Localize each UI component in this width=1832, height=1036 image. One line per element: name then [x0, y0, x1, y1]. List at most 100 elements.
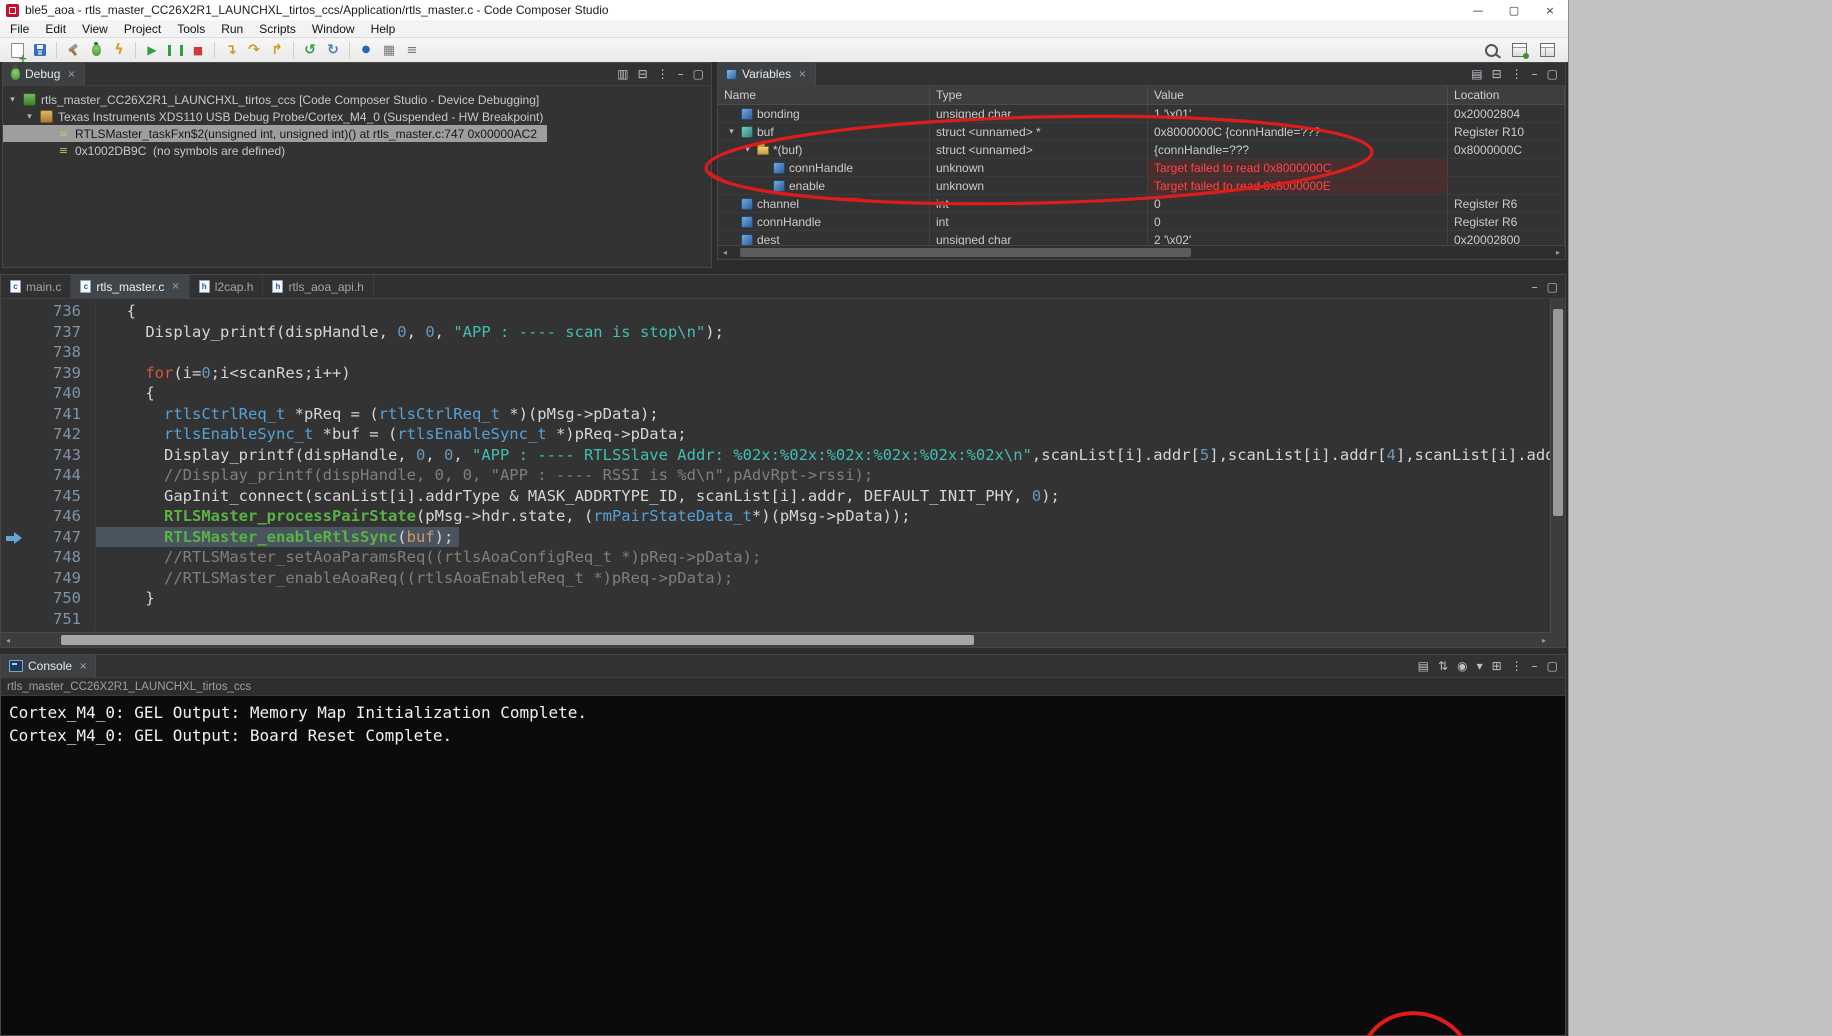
- scrollbar-thumb[interactable]: [740, 248, 1190, 257]
- code-line-751[interactable]: 751: [1, 609, 1551, 630]
- minimize-button[interactable]: —: [1460, 0, 1496, 20]
- debug-tree-row[interactable]: ▾rtls_master_CC26X2R1_LAUNCHXL_tirtos_cc…: [3, 91, 549, 108]
- code-line-747[interactable]: 747 RTLSMaster_enableRtlsSync(buf);: [1, 527, 1551, 548]
- show-type-names-icon[interactable]: ▤: [1471, 68, 1482, 80]
- code-line-741[interactable]: 741 rtlsCtrlReq_t *pReq = (rtlsCtrlReq_t…: [1, 404, 1551, 425]
- close-icon[interactable]: [171, 281, 179, 292]
- menu-project[interactable]: Project: [116, 20, 169, 37]
- minimize-icon[interactable]: –: [678, 68, 684, 80]
- ccs-debug-perspective-button[interactable]: [1508, 40, 1530, 61]
- code-line-743[interactable]: 743 Display_printf(dispHandle, 0, 0, "AP…: [1, 445, 1551, 466]
- build-button[interactable]: [62, 40, 84, 61]
- code-line-748[interactable]: 748 //RTLSMaster_setAoaParamsReq((rtlsAo…: [1, 547, 1551, 568]
- close-icon[interactable]: [798, 69, 806, 80]
- code-line-740[interactable]: 740 {: [1, 383, 1551, 404]
- scroll-left-icon[interactable]: ◂: [1, 634, 15, 647]
- scroll-lock-icon[interactable]: ⇅: [1438, 660, 1448, 672]
- expander-icon[interactable]: ▾: [7, 95, 18, 105]
- step-return-button[interactable]: ↱: [266, 40, 288, 61]
- code-line-749[interactable]: 749 //RTLSMaster_enableAoaReq((rtlsAoaEn…: [1, 568, 1551, 589]
- expander-icon[interactable]: ▾: [24, 112, 35, 122]
- menu-scripts[interactable]: Scripts: [251, 20, 304, 37]
- view-menu-icon[interactable]: ⋮: [657, 68, 669, 80]
- editor-hscrollbar[interactable]: ◂ ▸: [1, 632, 1551, 647]
- code-line-739[interactable]: 739 for(i=0;i<scanRes;i++): [1, 363, 1551, 384]
- debug-tree-row[interactable]: ≡0x1002DB9C (no symbols are defined): [3, 142, 295, 159]
- new-breakpoint-button[interactable]: ●: [355, 40, 377, 61]
- variable-row[interactable]: ▾*(buf)struct <unnamed>{connHandle=???0x…: [718, 141, 1565, 159]
- column-header-type[interactable]: Type: [930, 86, 1148, 104]
- scroll-left-icon[interactable]: ◂: [718, 246, 732, 259]
- code-area[interactable]: 736 {737 Display_printf(dispHandle, 0, 0…: [1, 299, 1565, 647]
- scrollbar-thumb[interactable]: [1553, 309, 1563, 516]
- variables-hscrollbar[interactable]: ◂ ▸: [718, 245, 1565, 259]
- restart-button[interactable]: ↺: [299, 40, 321, 61]
- view-menu-icon[interactable]: ⋮: [1511, 68, 1523, 80]
- scrollbar-track[interactable]: [732, 246, 1551, 259]
- editor-tab-rtls_master-c[interactable]: crtls_master.c: [71, 275, 189, 298]
- column-header-name[interactable]: Name: [718, 86, 930, 104]
- display-console-icon[interactable]: ▾: [1477, 660, 1483, 672]
- menu-tools[interactable]: Tools: [169, 20, 213, 37]
- menu-file[interactable]: File: [2, 20, 37, 37]
- code-line-745[interactable]: 745 GapInit_connect(scanList[i].addrType…: [1, 486, 1551, 507]
- maximize-icon[interactable]: ▢: [1547, 660, 1558, 672]
- editor-vscrollbar[interactable]: [1550, 299, 1565, 633]
- clear-console-icon[interactable]: ▤: [1418, 660, 1429, 672]
- resume-button[interactable]: ▶: [141, 40, 163, 61]
- editor-tab-main-c[interactable]: cmain.c: [1, 275, 71, 298]
- new-file-button[interactable]: [6, 40, 28, 61]
- expander-icon[interactable]: ▾: [726, 127, 737, 137]
- memory-browser-button[interactable]: ▦: [378, 40, 400, 61]
- title-bar[interactable]: ble5_aoa - rtls_master_CC26X2R1_LAUNCHXL…: [0, 0, 1568, 20]
- view-menu-icon[interactable]: ⋮: [1511, 660, 1523, 672]
- menu-window[interactable]: Window: [304, 20, 363, 37]
- scroll-right-icon[interactable]: ▸: [1537, 634, 1551, 647]
- variable-row[interactable]: enableunknownTarget failed to read 0x800…: [718, 177, 1565, 195]
- editor-tab-l2cap-h[interactable]: hl2cap.h: [190, 275, 264, 298]
- maximize-icon[interactable]: ▢: [693, 68, 704, 80]
- step-over-button[interactable]: ↷: [243, 40, 265, 61]
- editor-tab-rtls_aoa_api-h[interactable]: hrtls_aoa_api.h: [263, 275, 373, 298]
- variable-row[interactable]: connHandleint0Register R6: [718, 213, 1565, 231]
- code-line-738[interactable]: 738: [1, 342, 1551, 363]
- menu-help[interactable]: Help: [363, 20, 404, 37]
- tab-console[interactable]: Console: [1, 655, 96, 677]
- close-icon[interactable]: [79, 661, 87, 672]
- tab-variables[interactable]: Variables: [718, 63, 816, 85]
- column-header-value[interactable]: Value: [1148, 86, 1448, 104]
- terminate-button[interactable]: ■: [187, 40, 209, 61]
- scrollbar-thumb[interactable]: [61, 635, 974, 645]
- column-header-location[interactable]: Location: [1448, 86, 1565, 104]
- variable-row[interactable]: connHandleunknownTarget failed to read 0…: [718, 159, 1565, 177]
- close-icon[interactable]: [67, 69, 75, 80]
- minimize-icon[interactable]: –: [1532, 68, 1538, 80]
- maximize-icon[interactable]: ▢: [1547, 68, 1558, 80]
- registers-button[interactable]: ≡: [401, 40, 423, 61]
- flash-button[interactable]: ϟ: [108, 40, 130, 61]
- maximize-icon[interactable]: ▢: [1547, 281, 1558, 293]
- pin-console-icon[interactable]: ◉: [1457, 660, 1467, 672]
- search-button[interactable]: [1480, 40, 1502, 61]
- menu-edit[interactable]: Edit: [37, 20, 74, 37]
- open-console-icon[interactable]: ⊞: [1492, 660, 1502, 672]
- step-into-button[interactable]: ↴: [220, 40, 242, 61]
- suspend-button[interactable]: [164, 40, 186, 61]
- minimize-icon[interactable]: –: [1532, 660, 1538, 672]
- variable-row[interactable]: destunsigned char2 '\x02'0x20002800: [718, 231, 1565, 245]
- tab-debug[interactable]: Debug: [3, 63, 85, 85]
- debug-tree-row[interactable]: ▾Texas Instruments XDS110 USB Debug Prob…: [3, 108, 553, 125]
- collapse-all-icon[interactable]: ⊟: [1492, 68, 1502, 80]
- collapse-all-icon[interactable]: ⊟: [638, 68, 648, 80]
- scroll-right-icon[interactable]: ▸: [1551, 246, 1565, 259]
- maximize-button[interactable]: ▢: [1496, 0, 1532, 20]
- debug-button[interactable]: [85, 40, 107, 61]
- code-line-742[interactable]: 742 rtlsEnableSync_t *buf = (rtlsEnableS…: [1, 424, 1551, 445]
- menu-view[interactable]: View: [74, 20, 116, 37]
- save-button[interactable]: [29, 40, 51, 61]
- code-line-737[interactable]: 737 Display_printf(dispHandle, 0, 0, "AP…: [1, 322, 1551, 343]
- minimize-icon[interactable]: –: [1532, 281, 1538, 293]
- debug-tree-row[interactable]: ≡RTLSMaster_taskFxn$2(unsigned int, unsi…: [3, 125, 547, 142]
- menu-run[interactable]: Run: [213, 20, 251, 37]
- layout-icon[interactable]: ▥: [617, 68, 628, 80]
